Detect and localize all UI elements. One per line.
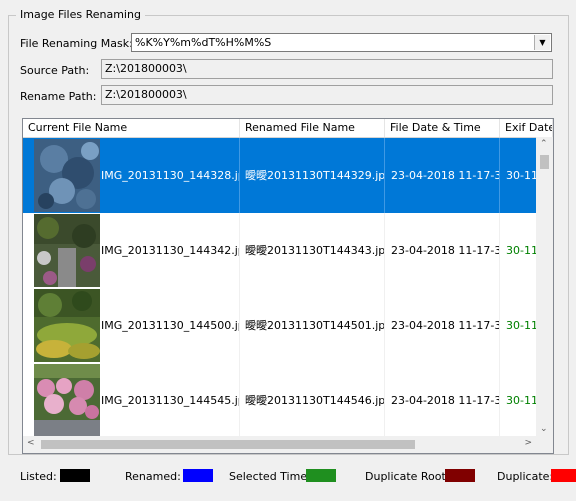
grid-header: Current File Name Renamed File Name File… [23,119,553,138]
source-path-value: Z:\201800003\ [105,62,187,75]
source-path-label: Source Path: [20,64,90,77]
file-date-time: 23-04-2018 11-17-34 [385,213,500,288]
legend-renamed-swatch [183,469,213,482]
scroll-right-icon[interactable]: > [524,438,532,448]
legend-duplicate-root-label: Duplicate Root: [365,470,450,483]
rename-path-value: Z:\201800003\ [105,88,187,101]
source-path-field: Z:\201800003\ [101,59,553,79]
exif-date: 30-11- [506,319,536,332]
scroll-down-icon[interactable]: ⌄ [540,424,548,434]
table-row[interactable]: IMG_20131130_144328.jpg 曖曖20131130T14432… [23,138,536,213]
legend-selected-time-swatch [306,469,336,482]
legend-duplicate-root-swatch [445,469,475,482]
column-header-current[interactable]: Current File Name [23,119,240,137]
scrollbar-corner [536,436,553,453]
chevron-down-icon[interactable]: ▼ [534,35,550,50]
legend-listed-swatch [60,469,90,482]
table-row[interactable]: IMG_20131130_144545.jpg 曖曖20131130T14454… [23,363,536,436]
grid-rows: IMG_20131130_144328.jpg 曖曖20131130T14432… [23,138,536,436]
legend-selected-time-label: Selected Time: [229,470,311,483]
legend-duplicate-swatch [551,469,576,482]
exif-date: 30-11- [506,169,536,182]
column-header-exif[interactable]: Exif Date [500,119,553,137]
mask-label: File Renaming Mask: [20,37,133,50]
rename-path-field: Z:\201800003\ [101,85,553,105]
renamed-file-name: 曖曖20131130T144501.jpg [240,288,385,363]
thumbnail-image [34,139,100,212]
renaming-mask-value[interactable]: %K%Y%m%dT%H%M%S [135,36,271,49]
thumbnail-image [34,364,100,436]
rename-path-label: Rename Path: [20,90,97,103]
vertical-scrollbar[interactable]: ⌃ ⌄ [536,137,553,436]
exif-date: 30-11- [506,244,536,257]
column-header-renamed[interactable]: Renamed File Name [240,119,385,137]
table-row[interactable]: IMG_20131130_144342.jpg 曖曖20131130T14434… [23,213,536,288]
current-file-name: IMG_20131130_144545.jpg [101,363,240,436]
current-file-name: IMG_20131130_144328.jpg [101,138,240,213]
legend-listed-label: Listed: [20,470,57,483]
table-row[interactable]: IMG_20131130_144500.jpg 曖曖20131130T14450… [23,288,536,363]
group-title: Image Files Renaming [16,8,145,21]
scroll-up-icon[interactable]: ⌃ [540,139,548,149]
thumbnail-image [34,289,100,362]
scroll-left-icon[interactable]: < [27,438,35,448]
legend-duplicate-label: Duplicate: [497,470,554,483]
file-grid[interactable]: Current File Name Renamed File Name File… [22,118,554,454]
file-date-time: 23-04-2018 11-17-34 [385,138,500,213]
legend-renamed-label: Renamed: [125,470,181,483]
vertical-scroll-thumb[interactable] [540,155,549,169]
horizontal-scrollbar[interactable]: < > [23,436,536,453]
renamed-file-name: 曖曖20131130T144343.jpg [240,213,385,288]
current-file-name: IMG_20131130_144342.jpg [101,213,240,288]
file-date-time: 23-04-2018 11-17-34 [385,288,500,363]
horizontal-scroll-thumb[interactable] [41,440,415,449]
column-header-filedate[interactable]: File Date & Time [385,119,500,137]
file-date-time: 23-04-2018 11-17-34 [385,363,500,436]
current-file-name: IMG_20131130_144500.jpg [101,288,240,363]
thumbnail-image [34,214,100,287]
renaming-mask-combo[interactable]: %K%Y%m%dT%H%M%S ▼ [131,33,552,52]
renamed-file-name: 曖曖20131130T144546.jpg [240,363,385,436]
exif-date: 30-11- [506,394,536,407]
renamed-file-name: 曖曖20131130T144329.jpg [240,138,385,213]
